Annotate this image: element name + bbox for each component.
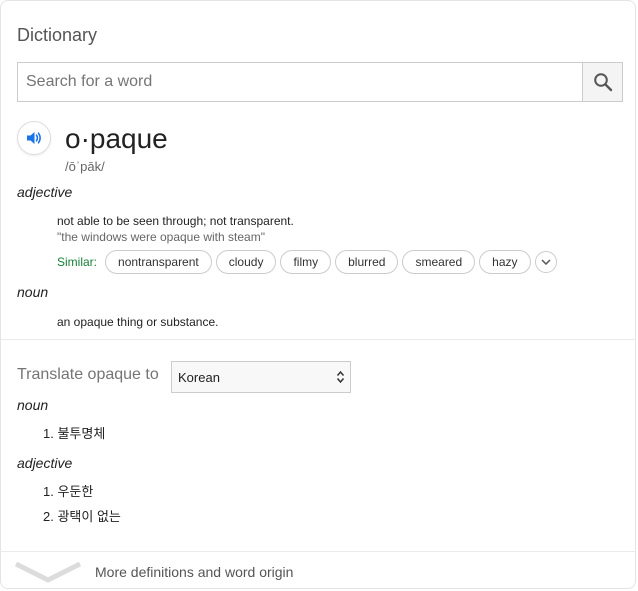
part-of-speech-adjective: adjective [17, 184, 73, 200]
footer-divider [1, 551, 635, 552]
synonym-chip[interactable]: cloudy [215, 250, 277, 274]
translation-item: 1. 불투명체 [43, 426, 106, 441]
synonym-chip[interactable]: filmy [280, 250, 332, 274]
translation-pos-noun: noun [17, 397, 49, 413]
similar-label: Similar: [57, 255, 98, 269]
language-select[interactable]: Korean [171, 361, 351, 393]
part-of-speech-noun: noun [17, 284, 49, 300]
speaker-icon [27, 132, 41, 144]
more-synonyms-button[interactable] [534, 251, 557, 273]
synonym-chip[interactable]: smeared [402, 250, 476, 274]
chevron-down-icon [540, 259, 551, 265]
definition: an opaque thing or substance. [57, 315, 219, 329]
more-definitions-link[interactable]: More definitions and word origin [95, 564, 293, 580]
translate-label: Translate opaque to [17, 366, 159, 383]
language-select-value: Korean [178, 369, 220, 385]
search-input[interactable] [18, 63, 582, 101]
expand-chevron-button[interactable] [14, 561, 82, 588]
translation-pos-adjective: adjective [17, 455, 73, 471]
dictionary-title: Dictionary [17, 25, 98, 45]
dictionary-card: Dictionary o·paque /ōˈpāk/ adjective not… [0, 0, 636, 589]
example-sentence: "the windows were opaque with steam" [57, 230, 265, 244]
translation-item: 1. 우둔한 [43, 484, 94, 499]
definition: not able to be seen through; not transpa… [57, 214, 294, 228]
synonym-chip[interactable]: nontransparent [105, 250, 212, 274]
search-button[interactable] [582, 63, 622, 101]
similar-words-row: Similar: nontransparent cloudy filmy blu… [57, 249, 557, 275]
search-box [17, 62, 623, 102]
translation-item: 2. 광택이 없는 [43, 509, 121, 524]
phonetic-spelling: /ōˈpāk/ [65, 159, 105, 174]
synonym-chip[interactable]: hazy [479, 250, 531, 274]
chevron-down-icon [14, 561, 82, 583]
search-icon [593, 73, 612, 92]
headword: o·paque [65, 123, 168, 154]
synonym-chip[interactable]: blurred [335, 250, 399, 274]
select-arrows-icon [336, 370, 345, 384]
section-divider [1, 339, 635, 340]
pronunciation-button[interactable] [17, 121, 51, 155]
